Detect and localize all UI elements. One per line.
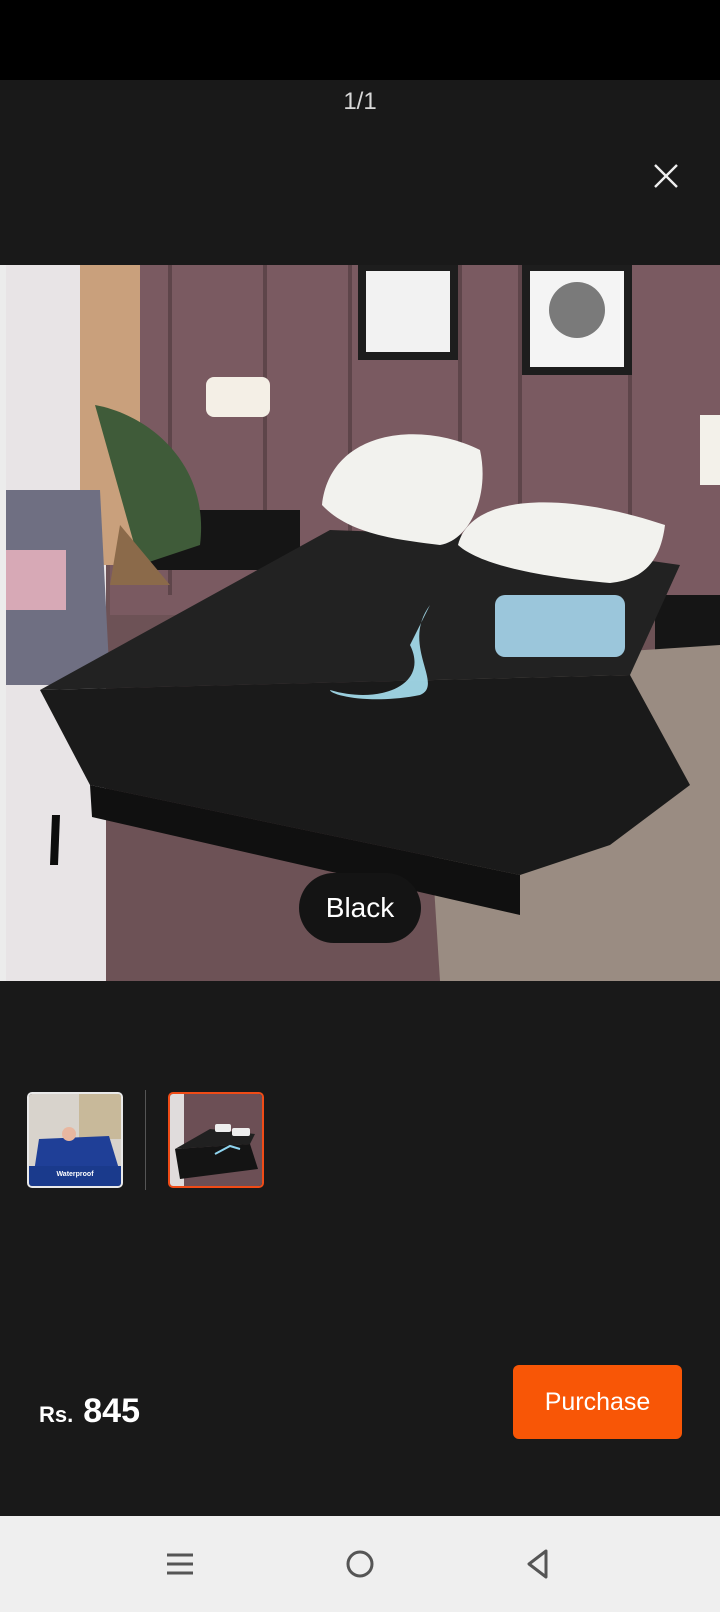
purchase-button[interactable]: Purchase <box>513 1365 682 1439</box>
menu-button[interactable] <box>158 1542 202 1586</box>
thumbnail-2-selected[interactable] <box>168 1092 264 1188</box>
price-currency: Rs. <box>39 1402 74 1427</box>
image-counter: 1/1 <box>343 88 377 115</box>
back-icon <box>527 1549 548 1579</box>
thumbnail-1[interactable]: Waterproof <box>27 1092 123 1188</box>
variant-label: Black <box>299 873 421 943</box>
thumbnail-divider <box>145 1090 146 1190</box>
home-button[interactable] <box>338 1542 382 1586</box>
menu-icon <box>167 1553 193 1575</box>
thumbnail-caption: Waterproof <box>56 1171 94 1178</box>
black-bed-sheet-thumbnail <box>170 1094 262 1186</box>
thumbnail-strip: Waterproof <box>0 1090 720 1190</box>
blue-waterproof-cover-thumbnail: Waterproof <box>29 1094 121 1186</box>
close-button[interactable] <box>646 156 686 196</box>
price: Rs. 845 <box>39 1392 140 1431</box>
status-bar <box>0 0 720 80</box>
back-button[interactable] <box>516 1542 560 1586</box>
price-amount: 845 <box>83 1392 140 1430</box>
close-icon <box>654 164 678 188</box>
system-nav-bar <box>0 1516 720 1612</box>
home-icon <box>346 1550 374 1578</box>
